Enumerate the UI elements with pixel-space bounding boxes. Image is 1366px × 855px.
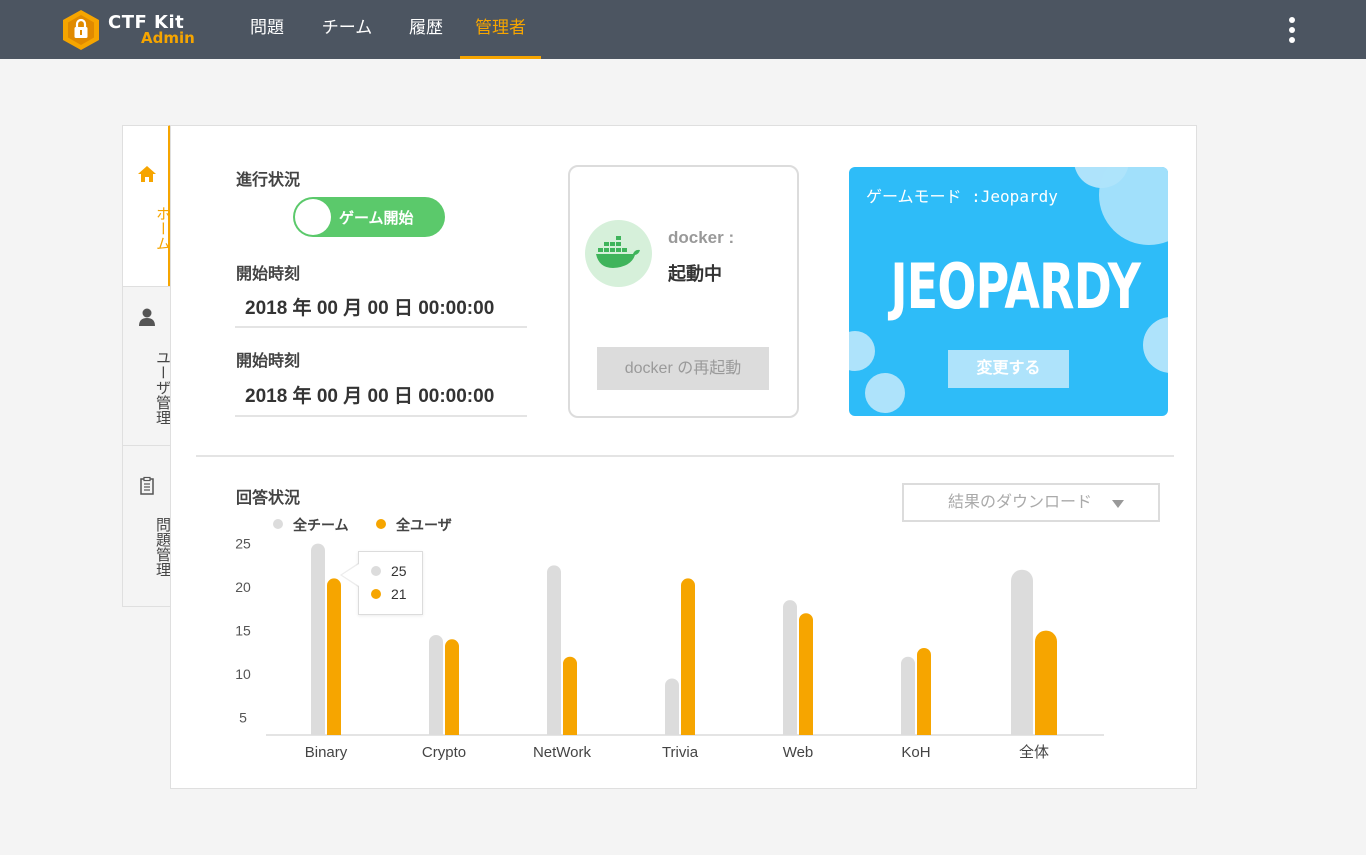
y-tick-label: 20 (235, 579, 251, 595)
bar-all-users (799, 613, 813, 735)
bar-all-teams (901, 656, 915, 735)
chart-tooltip: 25 21 (358, 551, 423, 615)
bar-all-teams (429, 634, 443, 735)
y-tick-label: 15 (235, 623, 251, 639)
bar-all-teams (311, 543, 325, 735)
bar-all-users (917, 648, 931, 735)
x-tick-label: Trivia (662, 744, 699, 761)
bar-all-users (327, 578, 341, 735)
bar-all-users (1035, 630, 1057, 735)
bar-all-users (445, 639, 459, 735)
x-tick-label: 全体 (1019, 743, 1049, 761)
x-tick-label: Binary (305, 744, 348, 761)
tooltip-dot-users (371, 589, 381, 599)
tooltip-value-users: 21 (391, 586, 407, 602)
bar-all-users (563, 656, 577, 735)
tooltip-dot-teams (371, 566, 381, 576)
answer-status-chart: 5 10 15 20 25 Binary Crypto NetWork Trivia Web KoH… (235, 536, 1104, 761)
tooltip-arrow-fill (342, 564, 359, 586)
x-tick-label: Web (783, 744, 814, 761)
bar-all-teams (665, 678, 679, 735)
tooltip-value-teams: 25 (391, 563, 407, 579)
bar-all-teams (783, 600, 797, 735)
y-tick-label: 5 (239, 710, 247, 726)
bar-all-teams (547, 565, 561, 735)
y-tick-label: 25 (235, 536, 251, 552)
bar-all-users (681, 578, 695, 735)
y-tick-label: 10 (235, 666, 251, 682)
x-tick-label: Crypto (422, 744, 466, 761)
x-tick-label: NetWork (533, 744, 592, 761)
bar-all-teams (1011, 569, 1033, 735)
x-tick-label: KoH (901, 744, 930, 761)
